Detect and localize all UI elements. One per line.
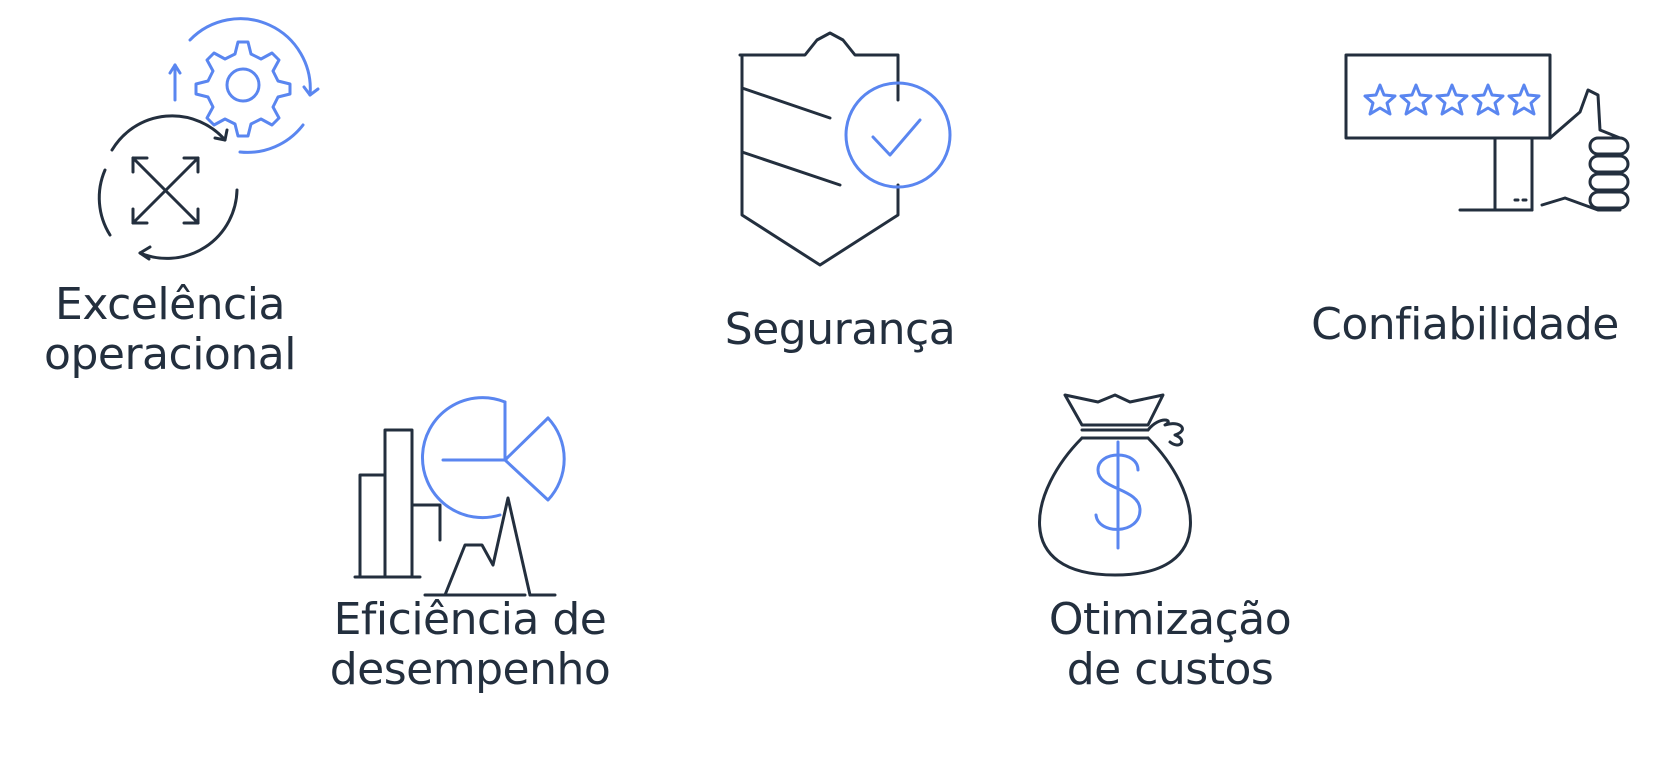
money-bag-icon: [1038, 393, 1192, 577]
charts-icon: [353, 396, 566, 597]
pillar-label: Excelência operacional: [20, 280, 320, 380]
label-line2: desempenho: [329, 644, 611, 695]
thumbs-up-stars-icon: [1344, 53, 1630, 212]
label-line1: Otimização: [1048, 594, 1292, 645]
pillar-security: Segurança: [680, 0, 1000, 380]
label-line1: Confiabilidade: [1311, 299, 1619, 350]
shield-check-icon: [738, 31, 952, 267]
pillar-operational-excellence: Excelência operacional: [0, 0, 360, 400]
pillar-cost-optimization: Otimização de custos: [1020, 370, 1360, 770]
label-line2: de custos: [1066, 644, 1274, 695]
label-line2: operacional: [44, 329, 296, 380]
pillar-label: Otimização de custos: [1000, 595, 1340, 695]
label-line1: Segurança: [724, 304, 956, 355]
gears-arrows-icon: [97, 17, 320, 261]
pillar-label: Eficiência de desempenho: [310, 595, 630, 695]
pillar-label: Segurança: [680, 305, 1000, 355]
label-line1: Excelência: [55, 279, 285, 330]
pillar-reliability: Confiabilidade: [1300, 0, 1680, 380]
pillar-performance-efficiency: Eficiência de desempenho: [310, 370, 630, 770]
label-line1: Eficiência de: [333, 594, 607, 645]
pillar-label: Confiabilidade: [1310, 300, 1620, 350]
